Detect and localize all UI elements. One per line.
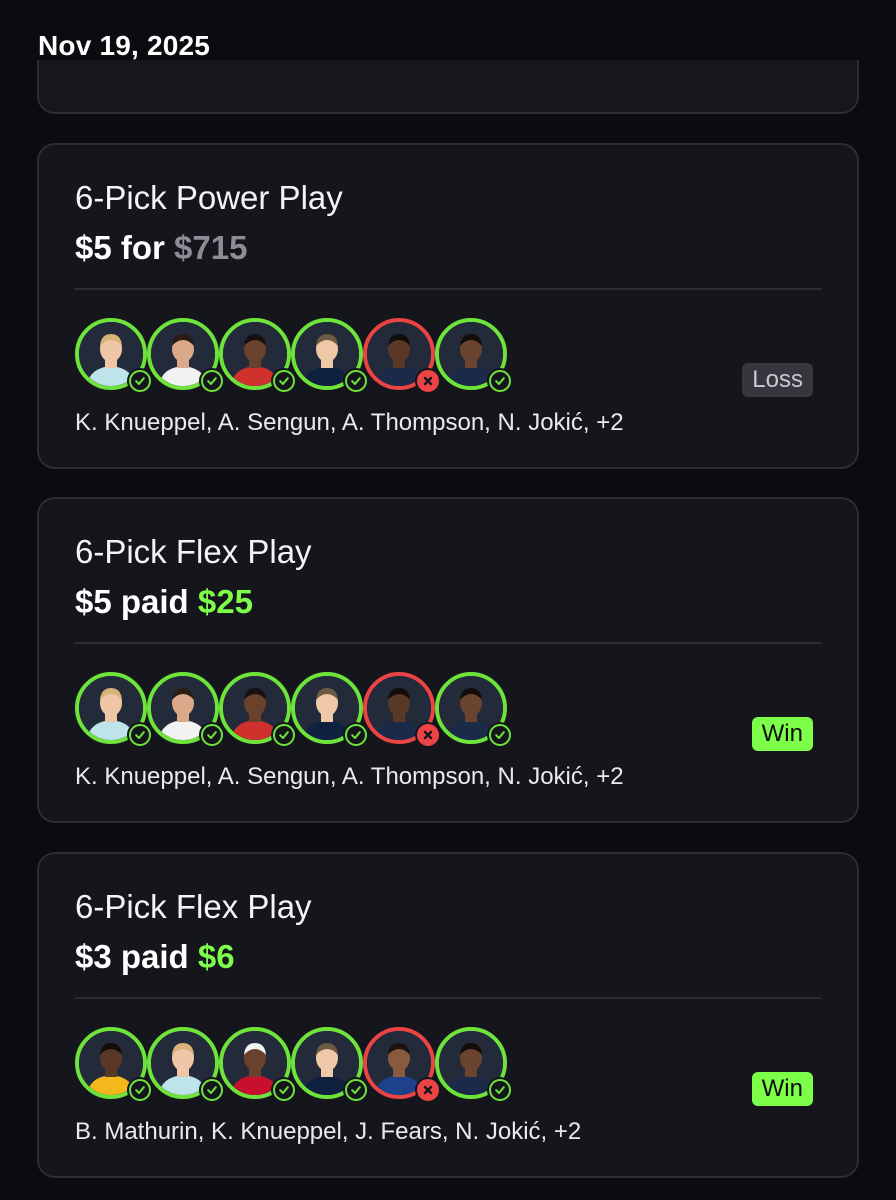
players-list: K. Knueppel, A. Sengun, A. Thompson, N. … bbox=[75, 409, 624, 436]
entry-amount: $5 paid $25 bbox=[75, 583, 253, 621]
hit-check-icon bbox=[271, 1077, 297, 1103]
entry-title: 6-Pick Flex Play bbox=[75, 533, 312, 570]
entry-card[interactable]: 6-Pick Flex Play $3 paid $6 Win B. Mathu… bbox=[37, 852, 859, 1178]
entry-amount: $3 paid $6 bbox=[75, 938, 235, 976]
hit-check-icon bbox=[127, 368, 153, 394]
entry-card[interactable]: 6-Pick Flex Play $5 paid $25 Win K. Knue… bbox=[37, 497, 859, 823]
hit-check-icon bbox=[199, 368, 225, 394]
miss-x-icon bbox=[415, 368, 441, 394]
entry-title: 6-Pick Power Play bbox=[75, 179, 343, 216]
date-header: Nov 19, 2025 bbox=[38, 30, 211, 61]
hit-check-icon bbox=[127, 1077, 153, 1103]
pick-avatars bbox=[75, 318, 515, 398]
entry-card[interactable]: 6-Pick Power Play $5 for $715 Loss K. Kn… bbox=[37, 143, 859, 469]
entry-payout: $25 bbox=[197, 583, 253, 620]
hit-check-icon bbox=[127, 722, 153, 748]
miss-x-icon bbox=[415, 1077, 441, 1103]
players-list: B. Mathurin, K. Knueppel, J. Fears, N. J… bbox=[75, 1118, 582, 1145]
pick-avatars bbox=[75, 672, 515, 752]
players-list: K. Knueppel, A. Sengun, A. Thompson, N. … bbox=[75, 763, 624, 790]
card-divider bbox=[75, 997, 821, 999]
status-badge: Win bbox=[751, 717, 813, 751]
hit-check-icon bbox=[343, 1077, 369, 1103]
hit-check-icon bbox=[199, 722, 225, 748]
entry-stake: $3 paid bbox=[75, 938, 189, 975]
entry-payout: $715 bbox=[174, 229, 248, 266]
entry-title: 6-Pick Flex Play bbox=[75, 888, 312, 925]
hit-check-icon bbox=[271, 722, 297, 748]
entry-amount: $5 for $715 bbox=[75, 229, 247, 267]
card-divider bbox=[75, 642, 821, 644]
entry-payout: $6 bbox=[197, 938, 235, 975]
pick-avatars bbox=[75, 1027, 515, 1107]
miss-x-icon bbox=[415, 722, 441, 748]
entry-stake: $5 for bbox=[75, 229, 165, 266]
status-badge: Win bbox=[751, 1072, 813, 1106]
hit-check-icon bbox=[343, 722, 369, 748]
hit-check-icon bbox=[199, 1077, 225, 1103]
hit-check-icon bbox=[271, 368, 297, 394]
entry-stake: $5 paid bbox=[75, 583, 189, 620]
hit-check-icon bbox=[487, 722, 513, 748]
card-divider bbox=[75, 288, 821, 290]
previous-card-edge[interactable] bbox=[37, 60, 859, 114]
status-badge: Loss bbox=[742, 363, 813, 397]
hit-check-icon bbox=[487, 368, 513, 394]
hit-check-icon bbox=[487, 1077, 513, 1103]
hit-check-icon bbox=[343, 368, 369, 394]
